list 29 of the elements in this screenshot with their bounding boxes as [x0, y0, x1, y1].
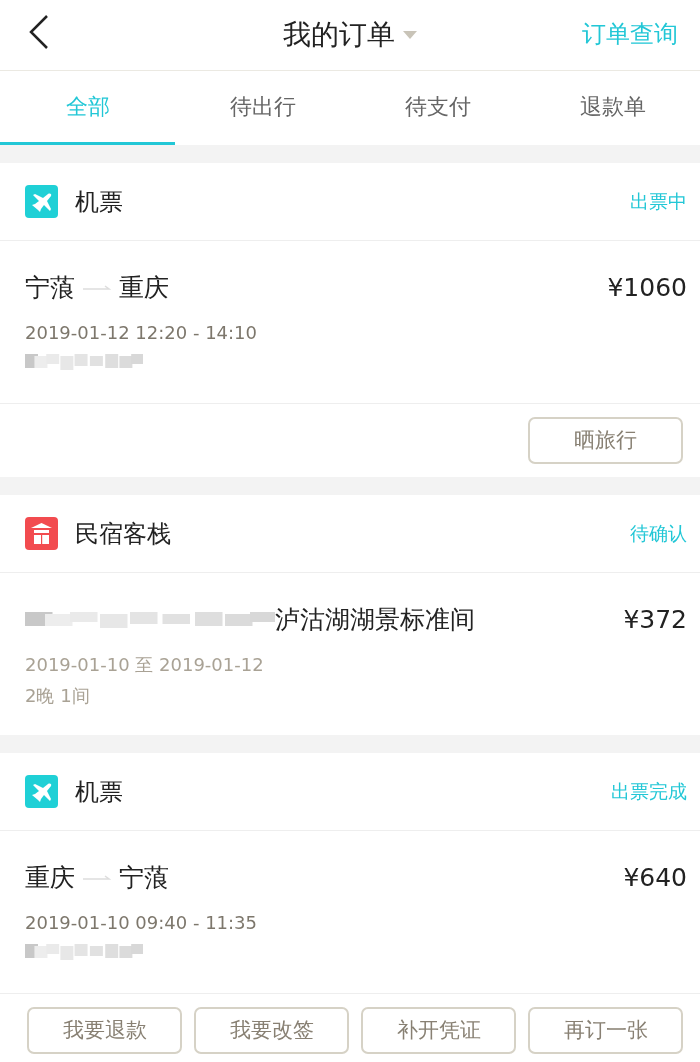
order-action-button[interactable]: 我要改签 [194, 1007, 349, 1054]
airplane-icon [25, 775, 58, 808]
departure-city: 宁蒗 [25, 272, 75, 304]
order-action-button[interactable]: 补开凭证 [361, 1007, 516, 1054]
airplane-icon [25, 185, 58, 218]
order-status: 出票完成 [611, 779, 687, 805]
order-price: ¥640 [623, 862, 687, 894]
arrival-city: 重庆 [119, 272, 169, 304]
order-detail: 2019-01-12 12:20 - 14:10 [25, 320, 258, 345]
order-status: 出票中 [630, 189, 687, 215]
departure-city: 重庆 [25, 862, 75, 894]
order-price: ¥1060 [607, 272, 687, 304]
page-title: 我的订单 [283, 17, 395, 53]
order-detail: 2019-01-10 09:40 - 11:35 [25, 910, 258, 935]
order-status: 待确认 [630, 521, 687, 547]
order-category: 民宿客栈 [75, 518, 171, 550]
order-action-button[interactable]: 再订一张 [528, 1007, 683, 1054]
order-price: ¥372 [623, 604, 687, 636]
order-category: 机票 [75, 186, 123, 218]
room-name: 泸沽湖湖景标准间 [275, 604, 475, 636]
order-category: 机票 [75, 776, 123, 808]
order-detail: 2晚 1间 [25, 683, 91, 708]
order-search-link[interactable]: 订单查询 [582, 16, 678, 52]
arrival-city: 宁蒗 [119, 862, 169, 894]
order-detail: 2019-01-10 至 2019-01-12 [25, 652, 265, 677]
order-action-button[interactable]: 我要退款 [27, 1007, 182, 1054]
house-icon [25, 517, 58, 550]
back-button[interactable] [28, 14, 50, 50]
order-action-button[interactable]: 晒旅行 [528, 417, 683, 464]
